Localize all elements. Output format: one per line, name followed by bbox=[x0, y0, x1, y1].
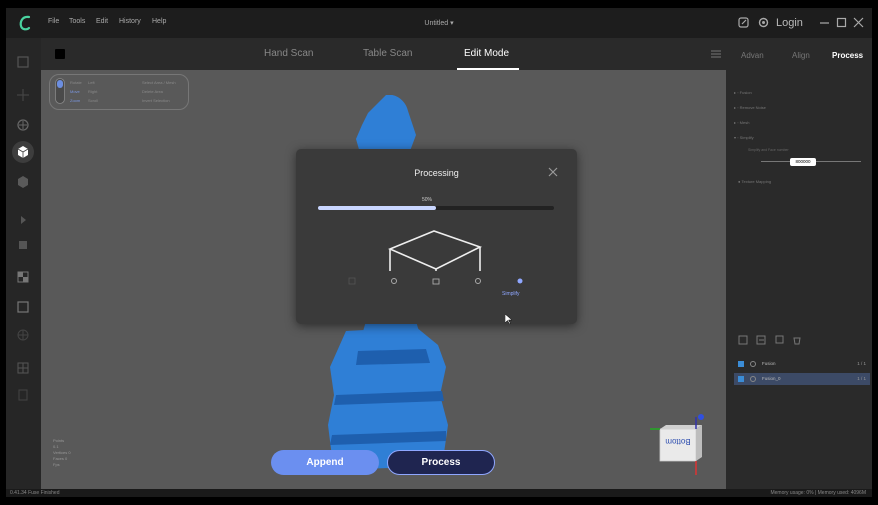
play-icon[interactable] bbox=[16, 213, 30, 227]
right-panel: Advan Align Process ▸ ◦ Fusion ▸ ◦ Remov… bbox=[726, 38, 872, 489]
hint-pan-label: Move bbox=[70, 89, 80, 94]
step-simplify-icon bbox=[517, 278, 523, 284]
current-step-label: Simplify bbox=[502, 291, 520, 297]
sparkle-icon[interactable] bbox=[16, 88, 30, 102]
mode-tab-bar: Hand Scan Table Scan Edit Mode bbox=[41, 38, 726, 70]
step-fill-icon bbox=[475, 278, 481, 284]
hint-pan-key: Right bbox=[88, 89, 98, 94]
axis-face-label: Bottom bbox=[665, 437, 691, 446]
frame-icon[interactable] bbox=[16, 300, 30, 314]
process-op-fusion[interactable]: ▸ ◦ Fusion bbox=[734, 90, 752, 95]
process-op-mesh[interactable]: ▸ ◦ Mesh bbox=[734, 120, 749, 125]
grid-icon[interactable] bbox=[16, 361, 30, 375]
texture-icon[interactable] bbox=[16, 175, 30, 189]
minimize-icon[interactable] bbox=[818, 16, 831, 29]
progress-percent: 50% bbox=[422, 197, 433, 203]
mouse-cursor-icon bbox=[505, 314, 512, 324]
layers-icon[interactable] bbox=[16, 388, 30, 402]
layer-row[interactable]: Fusion_0 1 / 1 bbox=[734, 373, 870, 385]
tab-advanced[interactable]: Advan bbox=[741, 51, 764, 60]
tab-process[interactable]: Process bbox=[832, 51, 863, 60]
tab-edit-mode[interactable]: Edit Mode bbox=[464, 48, 509, 59]
cube-icon[interactable] bbox=[16, 145, 30, 159]
tab-hand-scan[interactable]: Hand Scan bbox=[264, 48, 313, 59]
trash-icon[interactable] bbox=[792, 335, 802, 345]
share-icon[interactable] bbox=[737, 16, 750, 29]
orientation-cube[interactable]: Bottom bbox=[646, 411, 711, 476]
panel-menu-icon[interactable] bbox=[711, 50, 721, 58]
step-fusion-icon bbox=[348, 277, 356, 285]
mouse-icon bbox=[55, 78, 65, 104]
import-icon[interactable] bbox=[738, 335, 748, 345]
layer-name: Fusion bbox=[762, 361, 776, 366]
document-title-text: Untitled bbox=[424, 20, 449, 27]
viewport-info: Points 0.1 Vertices 0 Faces 0 Fps bbox=[53, 438, 71, 468]
status-bar: 0.41.34 Fuse Finished Memory usage: 0% |… bbox=[6, 489, 872, 497]
memory-status: Memory usage: 0% | Memory used: 4096M bbox=[770, 490, 866, 496]
process-button[interactable]: Process bbox=[387, 450, 495, 475]
status-message: 0.41.34 Fuse Finished bbox=[10, 490, 60, 496]
login-button[interactable]: Login bbox=[776, 17, 803, 29]
simplify-option-label: Simplify and Face number bbox=[748, 148, 789, 152]
process-op-remove-noise[interactable]: ▸ ◦ Remove Noise bbox=[734, 105, 766, 110]
append-button[interactable]: Append bbox=[271, 450, 379, 475]
step-mesh-icon bbox=[432, 278, 440, 285]
settings-icon[interactable] bbox=[757, 16, 770, 29]
tab-table-scan[interactable]: Table Scan bbox=[363, 48, 412, 59]
texture-mapping-toggle[interactable]: ● Texture Mapping bbox=[738, 179, 771, 184]
hint-rotate-key: Left bbox=[88, 80, 95, 85]
close-icon[interactable] bbox=[852, 16, 865, 29]
close-icon[interactable] bbox=[547, 166, 559, 178]
layer-count: 1 / 1 bbox=[857, 361, 866, 366]
chevron-down-icon: ▾ bbox=[450, 20, 454, 27]
info-line: Fps bbox=[53, 462, 60, 467]
hint-zoom-label: Zoom bbox=[70, 98, 81, 103]
process-op-simplify[interactable]: ▾ ◦ Simplify bbox=[734, 135, 754, 140]
hint-rotate-label: Rotate bbox=[70, 80, 82, 85]
hint-extra-1: Select Area / Mesh bbox=[142, 80, 176, 85]
progress-bar bbox=[318, 206, 554, 210]
layer-count: 1 / 1 bbox=[857, 376, 866, 381]
copy-icon[interactable] bbox=[774, 335, 784, 345]
layer-row[interactable]: Fusion 1 / 1 bbox=[734, 358, 870, 370]
processing-dialog: Processing 50% Simplify bbox=[296, 149, 577, 324]
tab-align[interactable]: Align bbox=[792, 51, 810, 60]
process-op-simplify-label: Simplify bbox=[739, 135, 754, 140]
view-toggle-icon[interactable] bbox=[55, 49, 65, 59]
process-op-remove-noise-label: Remove Noise bbox=[739, 105, 766, 110]
select-box-icon[interactable] bbox=[16, 55, 30, 69]
mesh-simplify-illustration bbox=[388, 230, 483, 271]
hint-extra-3: Invert Selection bbox=[142, 98, 170, 103]
export-icon[interactable] bbox=[756, 335, 766, 345]
step-remove-noise-icon bbox=[391, 278, 397, 284]
brush-icon[interactable] bbox=[16, 238, 30, 252]
checker-icon[interactable] bbox=[16, 270, 30, 284]
layer-name: Fusion_0 bbox=[762, 376, 781, 381]
maximize-icon[interactable] bbox=[835, 16, 848, 29]
mesh-icon[interactable] bbox=[16, 118, 30, 132]
left-toolbar bbox=[6, 38, 41, 489]
title-bar: File Tools Edit History Help Untitled ▾ … bbox=[6, 8, 872, 38]
mouse-hint-panel: Rotate Left Move Right Zoom Scroll Selec… bbox=[49, 74, 189, 110]
process-op-mesh-label: Mesh bbox=[739, 120, 750, 125]
dialog-title: Processing bbox=[414, 168, 459, 178]
layer-color-swatch bbox=[738, 376, 744, 382]
process-op-fusion-label: Fusion bbox=[739, 90, 752, 95]
layer-color-swatch bbox=[738, 361, 744, 367]
visibility-icon[interactable] bbox=[750, 376, 756, 382]
progress-fill bbox=[318, 206, 436, 210]
hint-extra-2: Delete Area bbox=[142, 89, 163, 94]
texture-mapping-label: Texture Mapping bbox=[741, 179, 772, 184]
hint-zoom-key: Scroll bbox=[88, 98, 99, 103]
visibility-icon[interactable] bbox=[750, 361, 756, 367]
simplify-value-field[interactable]: 800000 bbox=[790, 158, 816, 166]
target-icon[interactable] bbox=[16, 328, 30, 342]
